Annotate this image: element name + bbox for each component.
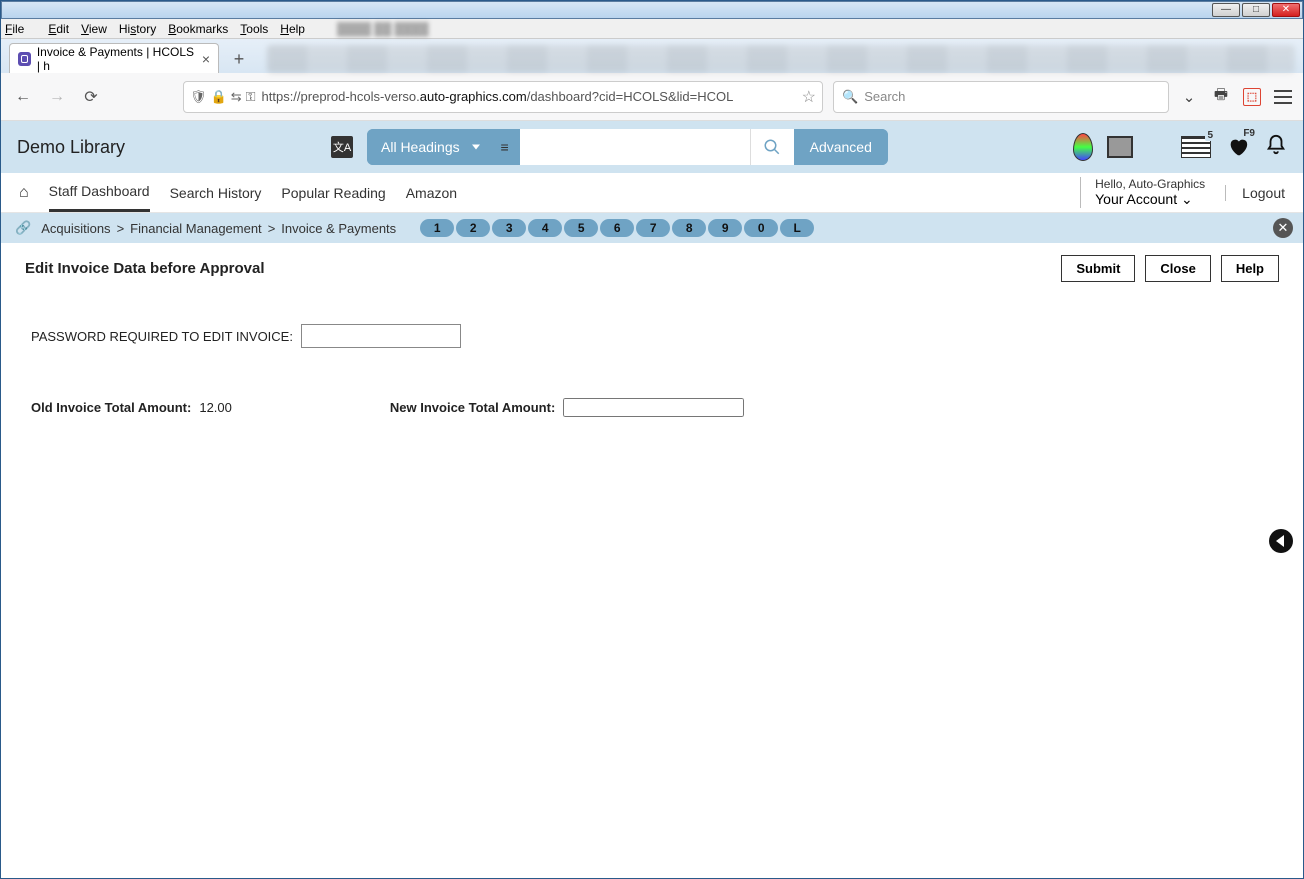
crumb-acquisitions[interactable]: Acquisitions: [41, 221, 110, 236]
new-total-label: New Invoice Total Amount:: [390, 400, 555, 415]
pill-l[interactable]: L: [780, 219, 814, 237]
crumb-financial-management[interactable]: Financial Management: [130, 221, 262, 236]
nav-search-history[interactable]: Search History: [170, 175, 262, 211]
pill-4[interactable]: 4: [528, 219, 562, 237]
app-header: Demo Library 文A All Headings ≡ Advanced …: [1, 121, 1303, 173]
window-minimize-button[interactable]: —: [1212, 3, 1240, 17]
pill-8[interactable]: 8: [672, 219, 706, 237]
password-input[interactable]: [301, 324, 461, 348]
catalog-search-group: All Headings ≡ Advanced: [367, 129, 888, 165]
page-header: Edit Invoice Data before Approval Submit…: [1, 243, 1303, 294]
pocket-icon[interactable]: ⌄: [1179, 87, 1199, 107]
main-nav: ⌂ Staff Dashboard Search History Popular…: [1, 173, 1303, 213]
shield-icon: 🛡: [190, 89, 207, 105]
menu-bookmarks[interactable]: Bookmarks: [168, 22, 228, 36]
browser-menubar: File Edit View History Bookmarks Tools H…: [1, 19, 1303, 39]
print-icon[interactable]: 🖶: [1211, 87, 1231, 107]
password-label: PASSWORD REQUIRED TO EDIT INVOICE:: [31, 329, 293, 344]
menu-history[interactable]: History: [119, 22, 156, 36]
window-close-button[interactable]: ✕: [1272, 3, 1300, 17]
security-shield-icon[interactable]: ⬚: [1243, 88, 1261, 106]
menu-help[interactable]: Help: [280, 22, 305, 36]
collapse-panel-icon[interactable]: [1269, 529, 1293, 553]
browser-toolbar: ← → ⟳ 🛡 🔒 ⇆ ⚿ https://preprod-hcols-vers…: [1, 73, 1303, 121]
favorites-badge: F9: [1241, 128, 1257, 139]
pill-2[interactable]: 2: [456, 219, 490, 237]
notifications-icon[interactable]: [1265, 134, 1287, 161]
bookmark-star-icon[interactable]: ☆: [802, 87, 816, 107]
crumb-invoice-payments[interactable]: Invoice & Payments: [281, 221, 396, 236]
browser-tab-active[interactable]: Invoice & Payments | HCOLS | h ×: [9, 43, 219, 73]
tab-favicon-icon: [18, 52, 31, 66]
catalog-search-input[interactable]: [520, 129, 750, 165]
nav-popular-reading[interactable]: Popular Reading: [281, 175, 385, 211]
lock-icon: 🔒: [211, 89, 227, 105]
link-icon: 🔗: [15, 220, 31, 236]
os-titlebar: — □ ✕: [1, 1, 1303, 19]
menu-tools[interactable]: Tools: [240, 22, 268, 36]
account-greeting: Hello, Auto-Graphics: [1095, 177, 1205, 191]
search-icon: 🔍: [842, 89, 858, 105]
page-pills: 1 2 3 4 5 6 7 8 9 0 L: [420, 219, 814, 237]
catalog-search-button[interactable]: [750, 129, 794, 165]
nav-staff-dashboard[interactable]: Staff Dashboard: [49, 173, 150, 212]
address-bar[interactable]: 🛡 🔒 ⇆ ⚿ https://preprod-hcols-verso.auto…: [183, 81, 823, 113]
library-name: Demo Library: [17, 137, 317, 158]
pill-1[interactable]: 1: [420, 219, 454, 237]
reload-button[interactable]: ⟳: [79, 85, 103, 109]
tab-close-icon[interactable]: ×: [202, 51, 210, 67]
menu-file[interactable]: File: [5, 22, 36, 36]
receipt-icon[interactable]: 5: [1181, 136, 1211, 158]
search-scope-dropdown[interactable]: All Headings: [367, 129, 490, 165]
browser-tabbar: Invoice & Payments | HCOLS | h × +: [1, 39, 1303, 73]
browser-search-field[interactable]: 🔍 Search: [833, 81, 1169, 113]
pill-6[interactable]: 6: [600, 219, 634, 237]
translate-icon[interactable]: 文A: [331, 136, 353, 158]
window-maximize-button[interactable]: □: [1242, 3, 1270, 17]
new-total-input[interactable]: [563, 398, 744, 417]
balloon-icon[interactable]: [1073, 133, 1093, 161]
tab-title: Invoice & Payments | HCOLS | h: [37, 45, 196, 73]
search-placeholder: Search: [864, 89, 905, 104]
chevron-down-icon: ⌄: [1177, 191, 1193, 207]
records-icon[interactable]: [1107, 136, 1133, 158]
blurred-background-tabs: [267, 45, 1295, 73]
old-total-value: 12.00: [199, 400, 232, 415]
home-icon[interactable]: ⌂: [19, 184, 29, 202]
form-area: PASSWORD REQUIRED TO EDIT INVOICE: Old I…: [1, 294, 1303, 447]
account-block[interactable]: Hello, Auto-Graphics Your Account ⌄: [1080, 177, 1205, 208]
close-button[interactable]: Close: [1145, 255, 1210, 282]
database-icon[interactable]: ≡: [490, 139, 520, 155]
pill-0[interactable]: 0: [744, 219, 778, 237]
pill-3[interactable]: 3: [492, 219, 526, 237]
menu-edit[interactable]: Edit: [48, 22, 69, 36]
url-text: https://preprod-hcols-verso.auto-graphic…: [262, 89, 796, 104]
menu-view[interactable]: View: [81, 22, 107, 36]
nav-amazon[interactable]: Amazon: [406, 175, 457, 211]
help-button[interactable]: Help: [1221, 255, 1279, 282]
page-title: Edit Invoice Data before Approval: [25, 260, 265, 277]
breadcrumb-bar: 🔗 Acquisitions > Financial Management > …: [1, 213, 1303, 243]
receipt-badge: 5: [1205, 130, 1215, 141]
key-icon: ⚿: [246, 89, 256, 105]
blurred-toolbar-area: ████ ██ ████: [337, 22, 429, 36]
advanced-search-button[interactable]: Advanced: [794, 129, 888, 165]
new-tab-button[interactable]: +: [225, 45, 253, 73]
app-menu-button[interactable]: [1273, 87, 1293, 107]
submit-button[interactable]: Submit: [1061, 255, 1135, 282]
old-total-label: Old Invoice Total Amount:: [31, 400, 191, 415]
logout-link[interactable]: Logout: [1225, 185, 1285, 201]
back-button[interactable]: ←: [11, 85, 35, 109]
forward-button[interactable]: →: [45, 85, 69, 109]
pill-9[interactable]: 9: [708, 219, 742, 237]
permissions-icon: ⇆: [231, 89, 242, 105]
favorites-icon[interactable]: F9: [1225, 136, 1251, 158]
close-panel-icon[interactable]: ✕: [1273, 218, 1293, 238]
pill-7[interactable]: 7: [636, 219, 670, 237]
pill-5[interactable]: 5: [564, 219, 598, 237]
